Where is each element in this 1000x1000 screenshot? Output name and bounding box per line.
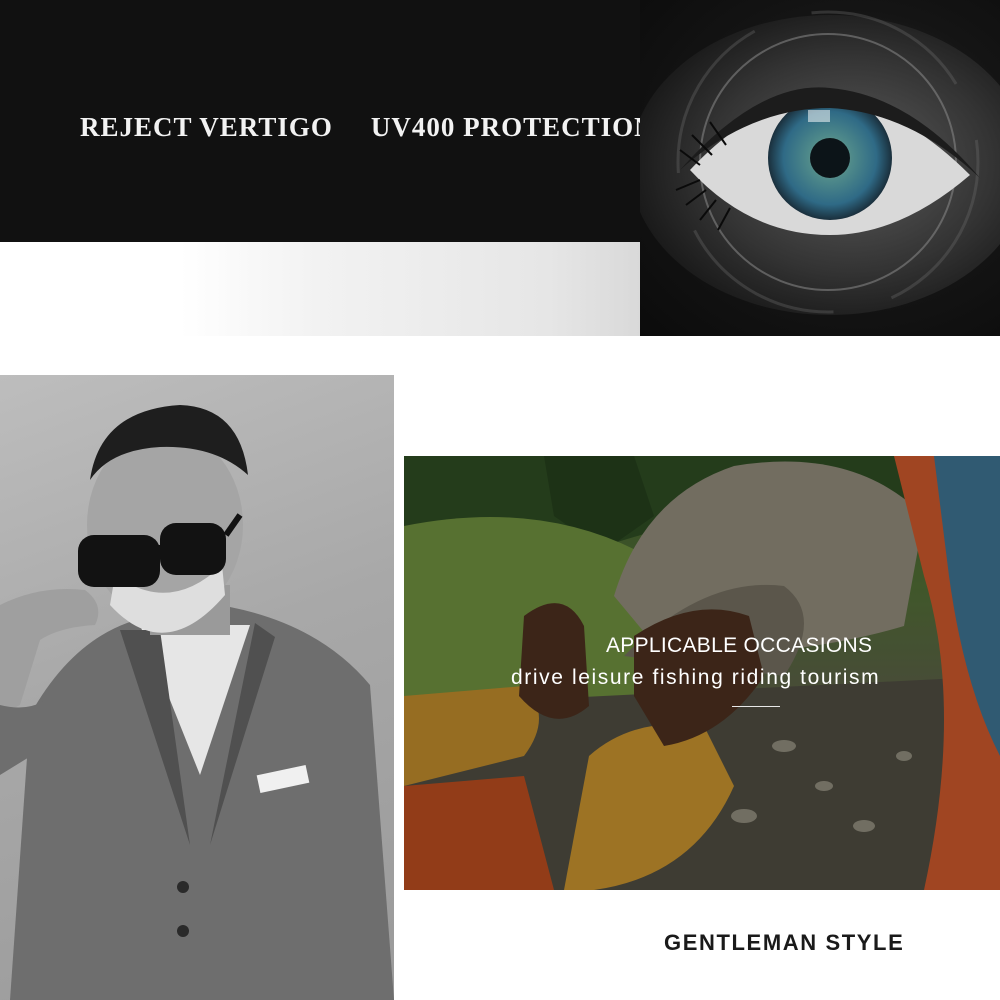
banner-headline: REJECT VERTIGO UV400 PROTECTION bbox=[80, 112, 655, 143]
eye-closeup-image bbox=[640, 0, 1000, 336]
eye-illustration bbox=[640, 10, 1000, 315]
occasions-list: drive leisure fishing riding tourism bbox=[511, 666, 881, 689]
occasions-divider bbox=[732, 706, 780, 707]
gentleman-photo bbox=[0, 375, 394, 1000]
decorative-smear bbox=[180, 242, 640, 336]
gentleman-style-caption: GENTLEMAN STYLE bbox=[664, 930, 905, 955]
gentleman-illustration bbox=[0, 405, 394, 1000]
reject-vertigo-text: REJECT VERTIGO bbox=[80, 112, 333, 142]
occasions-title: APPLICABLE OCCASIONS bbox=[606, 634, 873, 657]
uv400-protection-text: UV400 PROTECTION bbox=[370, 112, 655, 142]
